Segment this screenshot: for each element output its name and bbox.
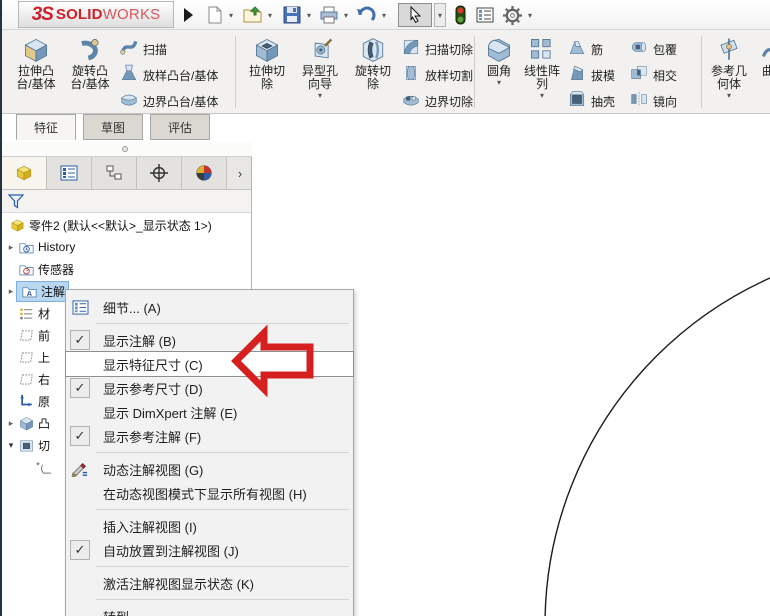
tree-item-label: 原 — [38, 394, 51, 409]
tab-propertymanager[interactable] — [47, 157, 92, 189]
menu-item-label: 显示 DimXpert 注解 (E) — [103, 405, 238, 421]
tree-item-label: 切 — [38, 438, 51, 453]
configuration-manager-icon — [106, 165, 122, 180]
annotations-folder-icon: A — [20, 283, 38, 299]
menu-item-label: 显示注解 (B) — [103, 333, 176, 349]
menu-item-label: 细节... (A) — [103, 300, 161, 316]
tree-item-label: History — [38, 240, 76, 254]
menu-item-display-all-views-dynamic[interactable]: 在动态视图模式下显示所有视图 (H) — [66, 481, 353, 505]
tree-item-history[interactable]: ▸ History — [2, 236, 251, 258]
svg-text:*: * — [36, 460, 40, 470]
featuremanager-part-icon — [16, 165, 32, 181]
menu-item-label: 自动放置到注解视图 (J) — [103, 543, 239, 559]
checkmark-icon: ✓ — [70, 378, 90, 398]
tree-item-label: 上 — [38, 350, 51, 365]
expander-icon[interactable]: ▸ — [5, 286, 17, 297]
tree-item-label: 传感器 — [38, 262, 75, 277]
menu-item-insert-annotation-view[interactable]: 插入注解视图 (I) — [66, 514, 353, 538]
menu-item-label: 激活注解视图显示状态 (K) — [103, 576, 254, 592]
menu-item-label: 在动态视图模式下显示所有视图 (H) — [103, 486, 307, 502]
tree-filter-bar[interactable] — [2, 190, 251, 213]
expander-icon[interactable]: ▾ — [5, 440, 17, 451]
tree-item-sensors[interactable]: 传感器 — [2, 258, 251, 280]
menu-item-label: 插入注解视图 (I) — [103, 519, 197, 535]
menu-item-label: 动态注解视图 (G) — [103, 462, 204, 478]
checkmark-icon: ✓ — [70, 540, 90, 560]
plane-icon — [17, 349, 35, 365]
menu-item-label: 显示特征尺寸 (C) — [103, 357, 203, 373]
menu-item-auto-place-into-annotation-views[interactable]: ✓ 自动放置到注解视图 (J) — [66, 538, 353, 562]
material-icon — [17, 305, 35, 321]
tree-item-label: 右 — [38, 372, 51, 387]
menu-item-activate-annotation-view-display-state[interactable]: 激活注解视图显示状态 (K) — [66, 571, 353, 595]
history-folder-icon — [17, 239, 35, 255]
menu-separator — [66, 505, 353, 514]
solidworks-window: 3S SOLIDWORKS ▾ ▾ ▾ ▾ ▾ ▾ ▾ 拉伸凸台/基体 旋转凸台… — [0, 0, 770, 616]
details-icon — [70, 297, 90, 317]
menu-item-display-dimxpert-annotations[interactable]: 显示 DimXpert 注解 (E) — [66, 400, 353, 424]
dynamic-annotation-icon — [70, 459, 90, 479]
menu-separator — [66, 562, 353, 571]
plane-icon — [17, 371, 35, 387]
menu-separator — [66, 448, 353, 457]
model-edge-circle[interactable] — [544, 245, 770, 616]
tree-item-label: 材 — [38, 306, 51, 321]
dimxpert-target-icon — [150, 164, 168, 182]
menu-separator — [66, 595, 353, 604]
tree-root-label: 零件2 (默认<<默认>_显示状态 1>) — [29, 218, 212, 233]
panel-tabs-expand-chevron[interactable]: › — [229, 157, 251, 189]
tab-featuremanager[interactable] — [2, 157, 47, 189]
boss-extrude-icon — [17, 415, 35, 431]
left-arrow-shape — [231, 324, 314, 397]
menu-item-display-reference-annotations[interactable]: ✓ 显示参考注解 (F) — [66, 424, 353, 448]
tab-dimxpertmanager[interactable] — [137, 157, 182, 189]
panel-tab-bar: › — [2, 157, 251, 190]
propertymanager-list-icon — [60, 165, 78, 181]
expander-icon[interactable]: ▸ — [5, 418, 17, 429]
svg-text:A: A — [26, 289, 32, 298]
sketch-icon: * — [35, 459, 53, 475]
plane-icon — [17, 327, 35, 343]
origin-icon — [17, 393, 35, 409]
checkmark-icon: ✓ — [70, 330, 90, 350]
part-icon — [8, 217, 26, 233]
menu-item-label: 显示参考注解 (F) — [103, 429, 202, 445]
checkmark-icon: ✓ — [70, 426, 90, 446]
menu-item-details[interactable]: 细节... (A) — [66, 295, 353, 319]
menu-item-go-to[interactable]: 转到... — [66, 604, 353, 616]
tree-item-label: 凸 — [38, 416, 51, 431]
tab-configurationmanager[interactable] — [92, 157, 137, 189]
tree-item-label: 前 — [38, 328, 51, 343]
tree-root-part[interactable]: 零件2 (默认<<默认>_显示状态 1>) — [2, 214, 251, 236]
cut-extrude-icon — [17, 437, 35, 453]
display-manager-sphere-icon — [196, 165, 212, 181]
tree-item-label: 注解 — [41, 284, 66, 299]
expander-icon[interactable]: ▸ — [5, 242, 17, 253]
menu-item-label: 显示参考尺寸 (D) — [103, 381, 203, 397]
red-highlight-arrow — [231, 324, 314, 397]
menu-item-dynamic-annotation-views[interactable]: 动态注解视图 (G) — [66, 457, 353, 481]
chevron-right-icon: › — [237, 165, 243, 181]
filter-funnel-icon — [8, 193, 24, 209]
menu-item-label: 转到... — [103, 607, 140, 616]
selected-row-highlight: A 注解 — [15, 280, 70, 302]
tab-displaymanager[interactable] — [182, 157, 227, 189]
sensors-folder-icon — [17, 261, 35, 277]
